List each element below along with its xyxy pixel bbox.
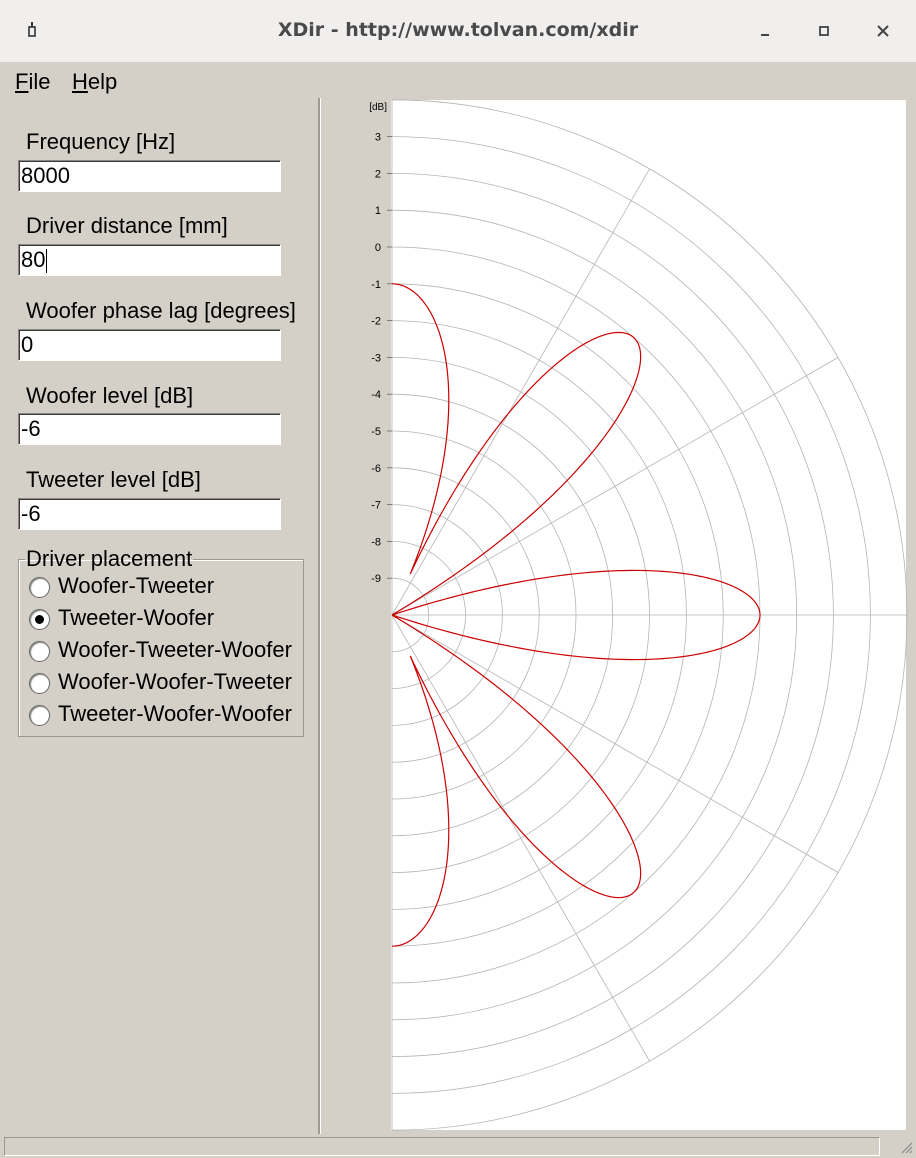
radio-label: Tweeter-Woofer: [58, 605, 215, 630]
tick-label: -2: [371, 316, 381, 328]
woofer-level-input[interactable]: -6: [18, 413, 281, 445]
polar-plot: 3 2 1 0 -1 -2 -3 -4 -5 -6 -7 -8 -9 [dB]: [369, 99, 908, 1131]
text-caret: [46, 249, 48, 274]
radio-label: Tweeter-Woofer-Woofer: [58, 701, 292, 726]
tick-label: 3: [375, 132, 381, 144]
tick-label: -9: [371, 573, 381, 585]
tick-label: -6: [371, 463, 381, 475]
menu-file[interactable]: File: [15, 69, 50, 95]
driver-placement-legend: Driver placement: [26, 546, 193, 571]
tick-label: 2: [375, 168, 381, 180]
woofer-phase-lag-label: Woofer phase lag [degrees]: [26, 298, 296, 323]
tick-label: -7: [371, 500, 381, 512]
radio-selected-dot: [35, 615, 44, 624]
radio-indicator[interactable]: [29, 673, 50, 694]
driver-distance-input[interactable]: 80: [18, 244, 281, 276]
maximize-icon[interactable]: [811, 18, 837, 44]
tick-label: -8: [371, 536, 381, 548]
radio-label: Woofer-Tweeter: [58, 573, 215, 598]
tweeter-level-label: Tweeter level [dB]: [26, 467, 201, 492]
tick-label: 0: [375, 242, 381, 254]
radio-indicator[interactable]: [29, 577, 50, 598]
woofer-phase-lag-input[interactable]: 0: [18, 329, 281, 361]
polar-plot-area: 3 2 1 0 -1 -2 -3 -4 -5 -6 -7 -8 -9 [dB]: [321, 98, 913, 1134]
minimize-icon[interactable]: [752, 18, 778, 44]
menu-help[interactable]: Help: [72, 69, 117, 95]
radio-indicator[interactable]: [29, 641, 50, 662]
tweeter-level-input[interactable]: -6: [18, 498, 281, 530]
resize-grip-icon[interactable]: [899, 1140, 913, 1154]
frequency-input[interactable]: 8000: [18, 160, 281, 192]
status-panel: [4, 1137, 880, 1156]
radio-label: Woofer-Tweeter-Woofer: [58, 637, 292, 662]
tick-label: -5: [371, 426, 381, 438]
window-title: XDir - http://www.tolvan.com/xdir: [277, 19, 639, 41]
radio-label: Woofer-Woofer-Tweeter: [58, 669, 292, 694]
tick-label: -1: [371, 279, 381, 291]
woofer-level-label: Woofer level [dB]: [26, 383, 194, 408]
tick-label: 1: [375, 205, 381, 217]
frequency-label: Frequency [Hz]: [26, 129, 176, 154]
unit-label: [dB]: [369, 102, 387, 113]
status-bar: [0, 1134, 916, 1158]
close-icon[interactable]: [870, 18, 896, 44]
radio-indicator[interactable]: [29, 705, 50, 726]
menu-bar: File Help: [0, 63, 916, 99]
tick-label: -4: [371, 389, 381, 401]
driver-distance-label: Driver distance [mm]: [26, 213, 228, 238]
tick-label: -3: [371, 352, 381, 364]
title-bar: XDir - http://www.tolvan.com/xdir: [0, 0, 916, 63]
radio-indicator-selected[interactable]: [29, 609, 50, 630]
